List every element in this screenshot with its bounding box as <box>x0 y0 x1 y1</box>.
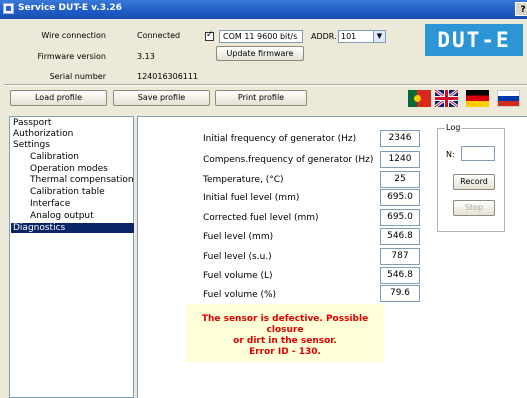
nav-item-passport[interactable]: Passport <box>13 118 51 128</box>
initial-frequency-value: 2346 <box>380 130 420 147</box>
firmware-version-label: Firmware version <box>37 52 106 61</box>
param-label: Corrected fuel level (mm) <box>203 213 319 223</box>
firmware-version-value: 3.13 <box>137 52 155 61</box>
nav-item-settings[interactable]: Settings <box>13 140 50 150</box>
param-label: Fuel volume (%) <box>203 290 277 300</box>
nav-item-operation-modes[interactable]: Operation modes <box>30 164 108 174</box>
param-label: Fuel level (s.u.) <box>203 252 272 262</box>
fuel-level-su-value: 787 <box>380 248 420 265</box>
stop-button[interactable]: Stop <box>453 200 495 216</box>
initial-fuel-level-value: 695.0 <box>380 189 420 206</box>
update-firmware-button[interactable]: Update firmware <box>216 46 304 61</box>
title-bar: Service DUT-E v.3.26 ? <box>0 0 527 19</box>
param-label: Fuel volume (L) <box>203 271 273 281</box>
error-id: Error ID - 130. <box>249 347 321 357</box>
record-button[interactable]: Record <box>453 174 495 190</box>
app-icon <box>3 3 14 14</box>
error-line: or dirt in the sensor. <box>233 336 337 346</box>
settings-navigation-tree[interactable]: Passport Authorization Settings Calibrat… <box>9 116 134 398</box>
help-button[interactable]: ? <box>515 2 527 16</box>
serial-number-label: Serial number <box>49 72 106 81</box>
uk-flag-icon[interactable] <box>435 90 458 107</box>
fuel-volume-percent-value: 79.6 <box>380 285 420 302</box>
param-label: Initial fuel level (mm) <box>203 193 300 203</box>
param-label: Initial frequency of generator (Hz) <box>203 134 357 144</box>
param-label: Temperature, (°C) <box>203 175 284 185</box>
fuel-level-mm-value: 546.8 <box>380 228 420 245</box>
addr-value: 101 <box>341 32 357 41</box>
compens-frequency-value: 1240 <box>380 151 420 168</box>
addr-label: ADDR. <box>311 32 337 41</box>
portugal-flag-icon[interactable] <box>408 90 431 107</box>
nav-item-calibration-table[interactable]: Calibration table <box>30 187 105 197</box>
header-divider <box>4 84 527 86</box>
russia-flag-icon[interactable] <box>497 90 520 107</box>
window-title: Service DUT-E v.3.26 <box>18 3 122 13</box>
wire-connection-label: Wire connection <box>41 31 106 40</box>
error-line: The sensor is defective. Possible closur… <box>201 314 369 335</box>
com-port-field[interactable]: COM 11 9600 bit/s <box>219 30 303 43</box>
nav-item-authorization[interactable]: Authorization <box>13 129 73 139</box>
param-label: Fuel level (mm) <box>203 232 274 242</box>
log-n-label: N: <box>446 150 455 159</box>
save-profile-button[interactable]: Save profile <box>113 90 210 106</box>
print-profile-button[interactable]: Print profile <box>215 90 307 106</box>
nav-item-diagnostics[interactable]: Diagnostics <box>11 223 134 233</box>
nav-item-analog-output[interactable]: Analog output <box>30 211 94 221</box>
chevron-down-icon[interactable]: ▼ <box>373 31 385 42</box>
load-profile-button[interactable]: Load profile <box>10 90 107 106</box>
corrected-fuel-level-value: 695.0 <box>380 209 420 226</box>
nav-item-thermal-compensation[interactable]: Thermal compensation <box>30 175 134 185</box>
com-port-checkbox[interactable] <box>205 30 214 41</box>
dut-e-logo: DUT-E <box>425 24 523 56</box>
sensor-error-message: The sensor is defective. Possible closur… <box>186 304 384 362</box>
serial-number-value: 124016306111 <box>137 72 199 81</box>
temperature-value: 25 <box>380 171 420 188</box>
param-label: Compens.frequency of generator (Hz) <box>203 155 374 165</box>
fuel-volume-l-value: 546.8 <box>380 267 420 284</box>
wire-connection-status: Connected <box>137 31 181 40</box>
nav-item-interface[interactable]: Interface <box>30 199 70 209</box>
addr-select[interactable]: 101 ▼ <box>338 30 386 43</box>
germany-flag-icon[interactable] <box>466 90 489 107</box>
log-group-title: Log <box>445 123 462 132</box>
log-n-input[interactable] <box>461 146 495 161</box>
logo-text: DUT-E <box>437 28 511 52</box>
nav-item-calibration[interactable]: Calibration <box>30 152 79 162</box>
